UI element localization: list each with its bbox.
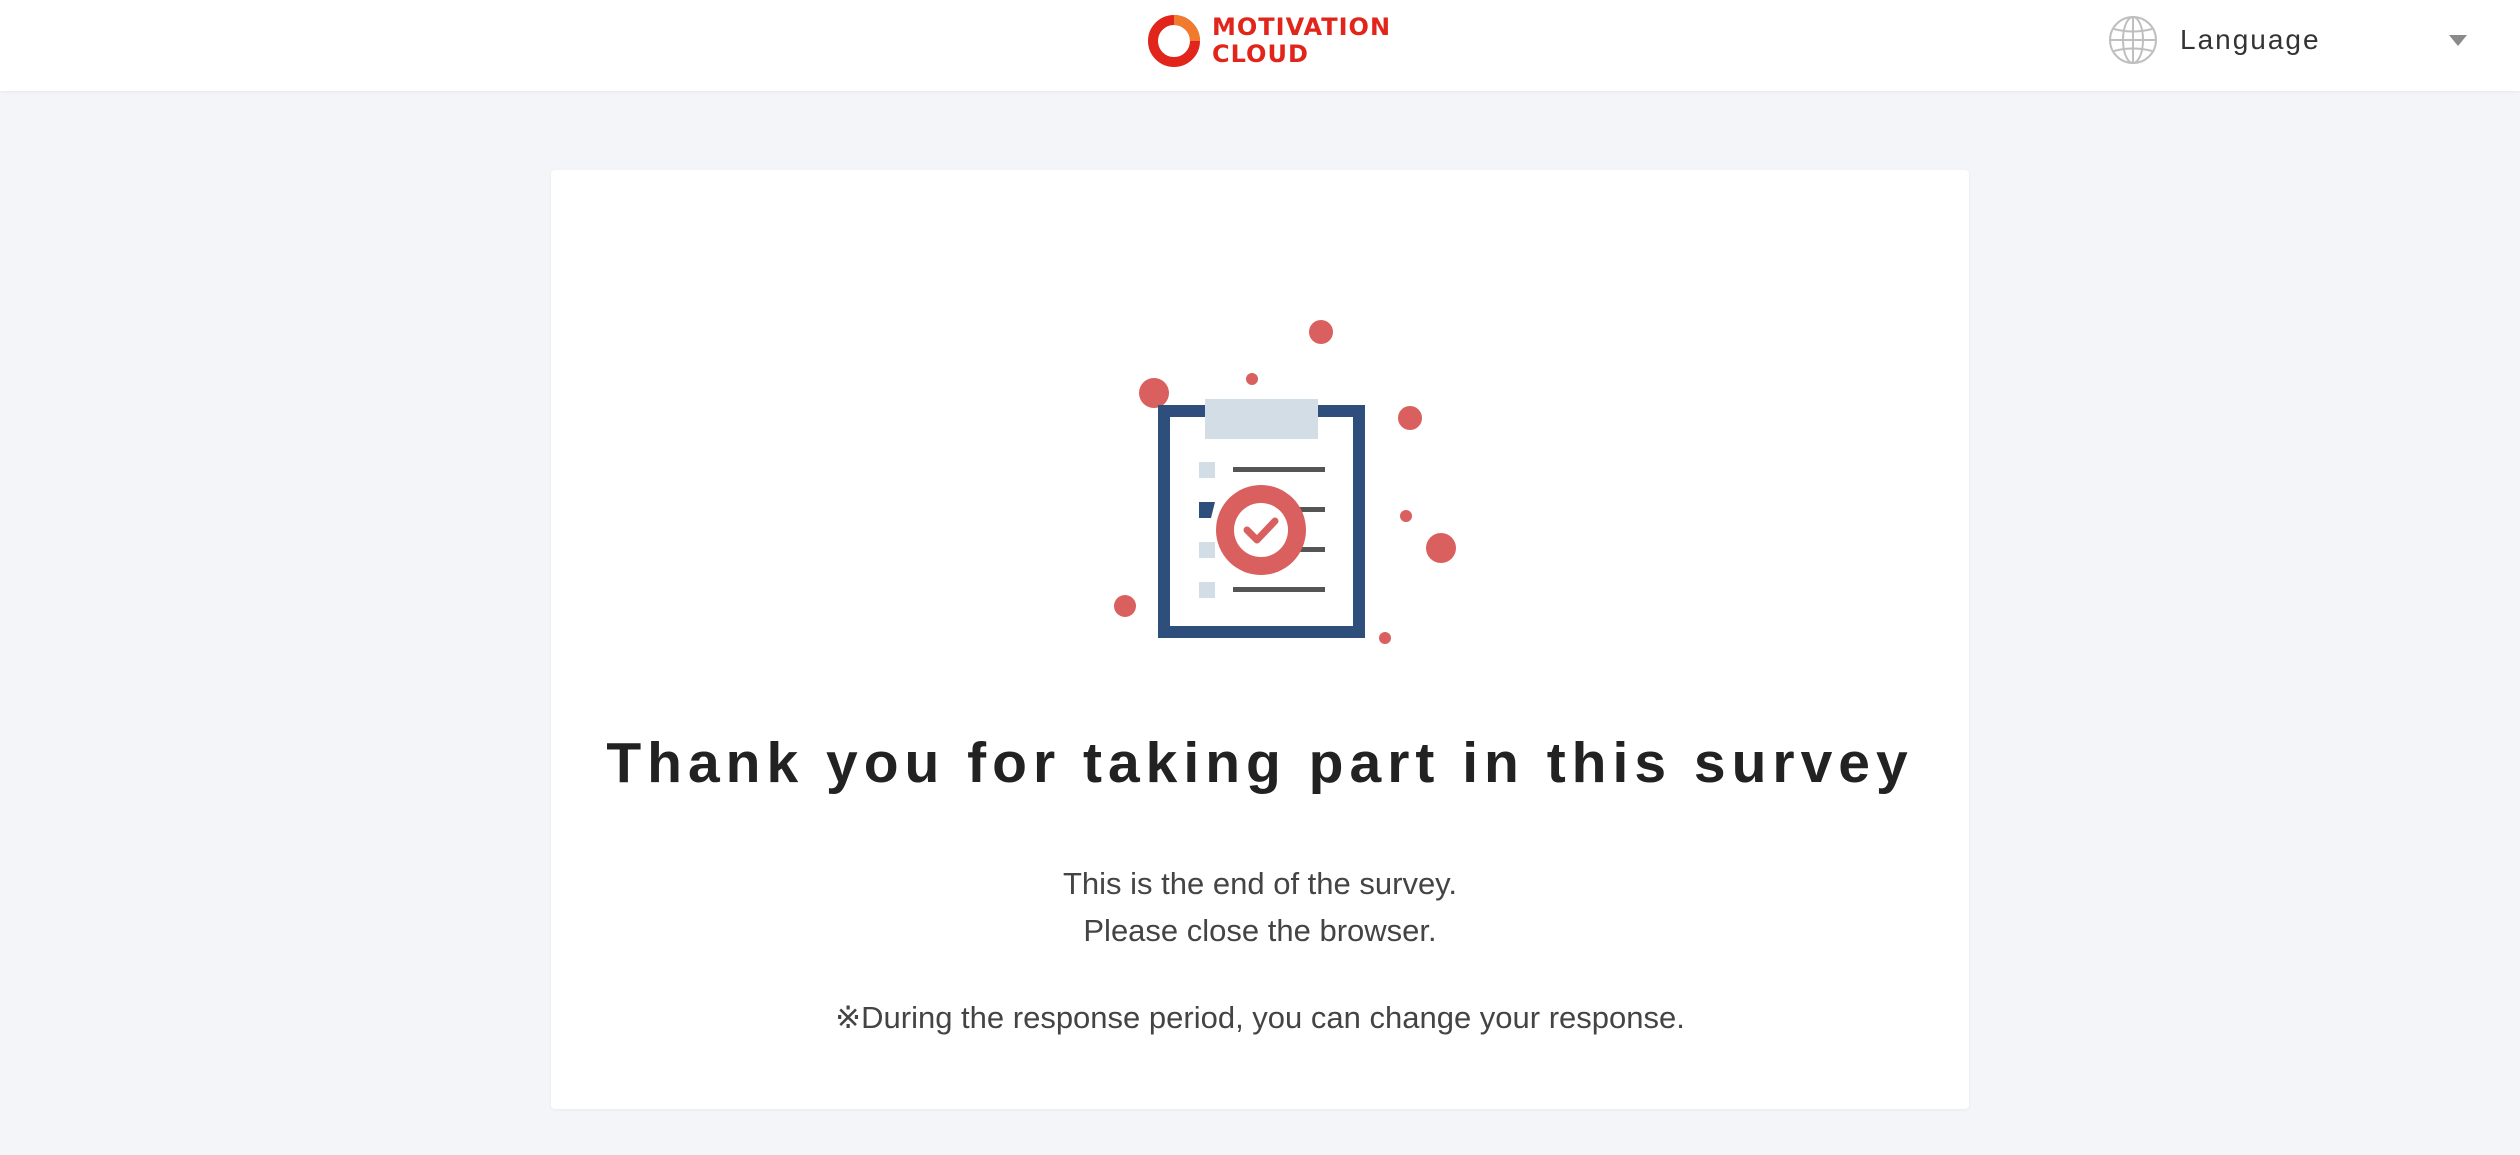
completion-card: Thank you for taking part in this survey… [551, 170, 1969, 1109]
clipboard-check-icon [1114, 320, 1456, 644]
language-label: Language [2180, 24, 2321, 55]
top-header: MOTIVATION CLOUD Language [0, 0, 2520, 91]
completion-message-line2: Please close the browser. [1083, 913, 1437, 948]
caret-down-icon[interactable] [2449, 35, 2467, 46]
logo-text-line2: CLOUD [1212, 40, 1309, 68]
globe-icon [2109, 16, 2157, 64]
language-selector[interactable]: Language [2107, 14, 2467, 66]
response-change-note: ※During the response period, you can cha… [835, 1000, 1685, 1035]
logo-text-line1: MOTIVATION [1212, 13, 1392, 41]
motivation-cloud-logo[interactable]: MOTIVATION CLOUD [1144, 11, 1391, 71]
logo-ring-icon [1148, 15, 1200, 67]
page-title: Thank you for taking part in this survey [606, 731, 1914, 795]
logo-wordmark: MOTIVATION CLOUD [1212, 14, 1391, 68]
completion-message-line1: This is the end of the survey. [1062, 866, 1457, 901]
